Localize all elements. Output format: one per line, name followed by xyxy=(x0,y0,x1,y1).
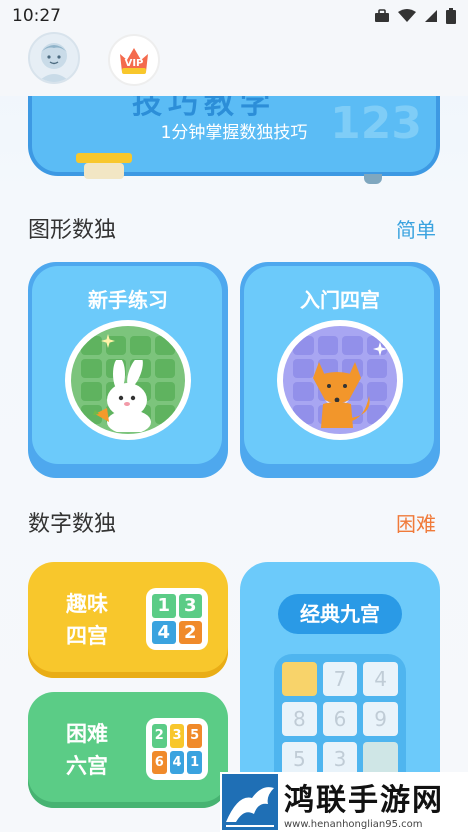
section-title-number: 数字数独 xyxy=(28,512,117,537)
star-icon xyxy=(373,342,387,356)
watermark-url: www.henanhonglian95.com xyxy=(284,818,423,830)
level-hard-label[interactable]: 困难 xyxy=(396,508,436,537)
board-cell xyxy=(81,336,102,355)
grid-digit: 5 xyxy=(187,724,202,748)
grid-digit: 1 xyxy=(152,594,176,618)
rabbit-icon xyxy=(93,360,151,432)
battery-icon xyxy=(446,8,456,24)
keypad-cell: 7 xyxy=(322,662,358,696)
keypad-cell: 4 xyxy=(363,662,398,696)
board-cell xyxy=(154,336,175,355)
section-title-graphic: 图形数独 xyxy=(28,218,117,243)
banner-deco-numbers: 123 xyxy=(330,98,422,149)
classic-nine-title: 经典九宫 xyxy=(278,594,402,634)
banner-stand-right xyxy=(364,174,382,184)
level-easy-label[interactable]: 简单 xyxy=(396,214,436,243)
fun-four-card[interactable]: 趣味 四宫 1 3 4 2 xyxy=(28,562,228,678)
user-avatar-icon xyxy=(38,43,70,82)
fox-board xyxy=(277,320,403,440)
rabbit-board xyxy=(65,320,191,440)
wifi-icon xyxy=(398,9,416,22)
vip-crown-icon: VIP xyxy=(120,48,148,74)
keypad-cell xyxy=(363,742,398,776)
sparkle-icon xyxy=(101,334,115,348)
hard-six-line1: 困难 xyxy=(66,722,108,746)
status-icons xyxy=(374,8,456,24)
fun-four-line2: 四宫 xyxy=(66,624,108,648)
fun-four-line1: 趣味 xyxy=(66,592,108,616)
card-title: 入门四宫 xyxy=(300,288,380,312)
board-cell xyxy=(342,336,363,355)
board-cell xyxy=(130,336,151,355)
briefcase-icon xyxy=(375,9,389,22)
grid-digit: 3 xyxy=(169,724,185,748)
grid-digit: 4 xyxy=(152,620,176,644)
status-time: 10:27 xyxy=(12,6,61,26)
grid-digit: 2 xyxy=(152,724,167,748)
vip-label: VIP xyxy=(125,58,144,69)
header: VIP xyxy=(0,32,468,96)
hard-six-grid: 2 3 5 6 4 1 xyxy=(146,718,208,780)
keypad-cell xyxy=(282,662,317,696)
grid-digit: 6 xyxy=(152,750,167,774)
grid-digit: 3 xyxy=(178,594,202,618)
grid-digit: 2 xyxy=(178,620,202,644)
signal-icon xyxy=(425,10,437,22)
board-cell xyxy=(317,336,338,355)
hard-six-line2: 六宫 xyxy=(66,754,108,778)
keypad-cell: 6 xyxy=(322,702,358,736)
beginner-practice-card[interactable]: 新手练习 xyxy=(28,262,228,478)
fun-four-grid: 1 3 4 2 xyxy=(146,588,208,650)
fox-icon xyxy=(313,362,370,428)
vip-button[interactable]: VIP xyxy=(108,34,160,86)
grid-digit: 4 xyxy=(169,750,185,774)
hard-six-card[interactable]: 困难 六宫 2 3 5 6 4 1 xyxy=(28,692,228,808)
grid-digit: 1 xyxy=(187,750,202,774)
avatar[interactable] xyxy=(28,32,80,84)
board-cell xyxy=(293,336,314,355)
watermark-logo-icon xyxy=(222,774,278,830)
keypad-cell: 3 xyxy=(322,742,358,776)
keypad-cell: 5 xyxy=(282,742,317,776)
card-title: 新手练习 xyxy=(88,288,168,312)
intro-four-card[interactable]: 入门四宫 xyxy=(240,262,440,478)
watermark-title: 鸿联手游网 xyxy=(284,782,444,818)
status-bar: 10:27 xyxy=(0,0,468,32)
banner-stand-icon xyxy=(76,153,132,179)
keypad-cell: 8 xyxy=(282,702,317,736)
site-watermark: 鸿联手游网 www.henanhonglian95.com xyxy=(220,772,468,832)
keypad-cell: 9 xyxy=(363,702,398,736)
